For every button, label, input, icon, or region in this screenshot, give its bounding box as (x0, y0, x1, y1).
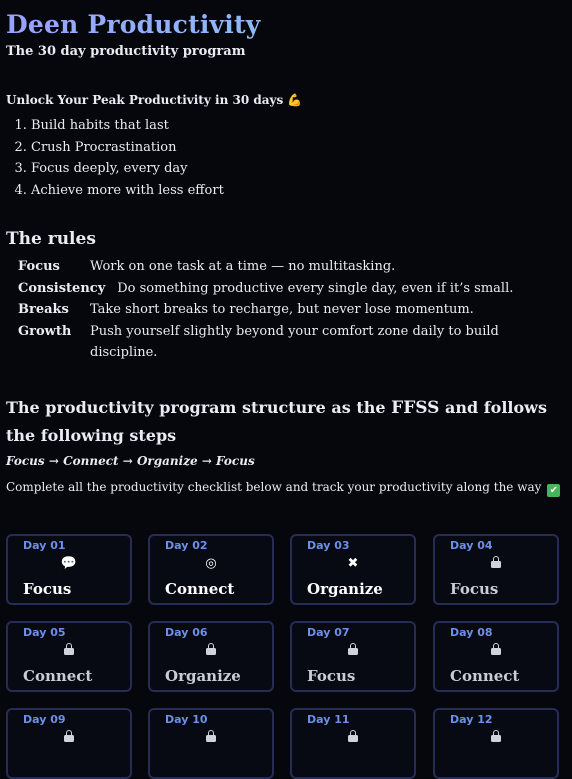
goal-item: Focus deeply, every day (31, 158, 566, 180)
day-label: Day 08 (450, 626, 493, 639)
day-title: Connect (165, 580, 235, 598)
day-label: Day 06 (165, 626, 208, 639)
day-label: Day 10 (165, 713, 208, 726)
lock-icon (348, 643, 358, 655)
lock-icon (64, 730, 74, 742)
structure-heading: The productivity program structure as th… (6, 394, 566, 450)
structure-text: The productivity program structure as th… (6, 397, 392, 417)
day-label: Day 01 (23, 539, 66, 552)
lock-icon (348, 730, 358, 742)
day-title: Connect (450, 667, 520, 685)
day-card[interactable]: Day 03 ✖ Organize (290, 534, 416, 605)
day-label: Day 11 (307, 713, 350, 726)
goals-list: Build habits that last Crush Procrastina… (6, 115, 566, 201)
lock-icon (150, 730, 272, 746)
rule-term: Growth (18, 323, 72, 339)
rules-heading: The rules (6, 229, 96, 249)
rule-desc: Do something productive every single day… (117, 280, 514, 296)
day-label: Day 05 (23, 626, 66, 639)
complete-instructions: Complete all the productivity checklist … (6, 480, 566, 497)
day-label: Day 04 (450, 539, 493, 552)
lock-icon (8, 643, 130, 659)
lock-icon (435, 643, 557, 659)
lock-icon (292, 643, 414, 659)
lock-icon (206, 730, 216, 742)
goal-item: Achieve more with less effort (31, 180, 566, 202)
day-title: Focus (307, 667, 356, 685)
target-icon: ◎ (205, 556, 217, 571)
tagline: The 30 day productivity program (6, 44, 246, 59)
rule-row: Growth Push yourself slightly beyond you… (6, 321, 566, 364)
rule-desc: Push yourself slightly beyond your comfo… (90, 323, 499, 361)
ffss-label: FFSS (391, 397, 440, 418)
day-title: Organize (307, 580, 383, 598)
lock-icon (435, 730, 557, 746)
brand-title: Deen Productivity (6, 8, 566, 42)
rules-list: Focus Work on one task at a time — no mu… (6, 256, 566, 364)
day-card[interactable]: Day 09 (6, 708, 132, 779)
complete-text: Complete all the productivity checklist … (6, 479, 542, 494)
day-card[interactable]: Day 07 Focus (290, 621, 416, 692)
day-card[interactable]: Day 04 Focus (433, 534, 559, 605)
day-label: Day 09 (23, 713, 66, 726)
lock-icon (292, 730, 414, 746)
rule-desc: Work on one task at a time — no multitas… (90, 259, 396, 274)
rule-term: Focus (18, 259, 60, 274)
page: Deen Productivity The 30 day productivit… (6, 8, 566, 497)
check-icon: ✔ (547, 483, 561, 497)
day-label: Day 02 (165, 539, 208, 552)
rule-term: Consistency (18, 280, 106, 296)
unlock-heading: Unlock Your Peak Productivity in 30 days… (6, 93, 303, 107)
day-title: Connect (23, 667, 93, 685)
lock-icon (150, 643, 272, 659)
day-title: Organize (165, 667, 241, 685)
rule-row: Focus Work on one task at a time — no mu… (6, 256, 566, 278)
day-card[interactable]: Day 06 Organize (148, 621, 274, 692)
rule-term: Breaks (18, 302, 69, 317)
tools-icon: ✖ (347, 556, 359, 571)
day-label: Day 03 (307, 539, 350, 552)
steps-sequence: Focus → Connect → Organize → Focus (6, 453, 255, 468)
day-label: Day 07 (307, 626, 350, 639)
lock-icon (491, 643, 501, 655)
day-title: Focus (450, 580, 499, 598)
lock-icon (8, 730, 130, 746)
day-card[interactable]: Day 05 Connect (6, 621, 132, 692)
day-card[interactable]: Day 02 ◎ Connect (148, 534, 274, 605)
lock-icon (64, 643, 74, 655)
goal-item: Crush Procrastination (31, 137, 566, 159)
day-title: Focus (23, 580, 72, 598)
rule-row: Consistency Do something productive ever… (6, 278, 566, 300)
day-label: Day 12 (450, 713, 493, 726)
goal-item: Build habits that last (31, 115, 566, 137)
day-card[interactable]: Day 08 Connect (433, 621, 559, 692)
day-card[interactable]: Day 01 💬 Focus (6, 534, 132, 605)
rule-row: Breaks Take short breaks to recharge, bu… (6, 299, 566, 321)
lock-icon (435, 556, 557, 572)
day-card[interactable]: Day 11 (290, 708, 416, 779)
rule-desc: Take short breaks to recharge, but never… (90, 302, 474, 317)
day-card[interactable]: Day 10 (148, 708, 274, 779)
lock-icon (491, 730, 501, 742)
day-card[interactable]: Day 12 (433, 708, 559, 779)
chat-bubbles-icon: 💬 (60, 556, 78, 571)
lock-icon (491, 556, 501, 568)
lock-icon (206, 643, 216, 655)
